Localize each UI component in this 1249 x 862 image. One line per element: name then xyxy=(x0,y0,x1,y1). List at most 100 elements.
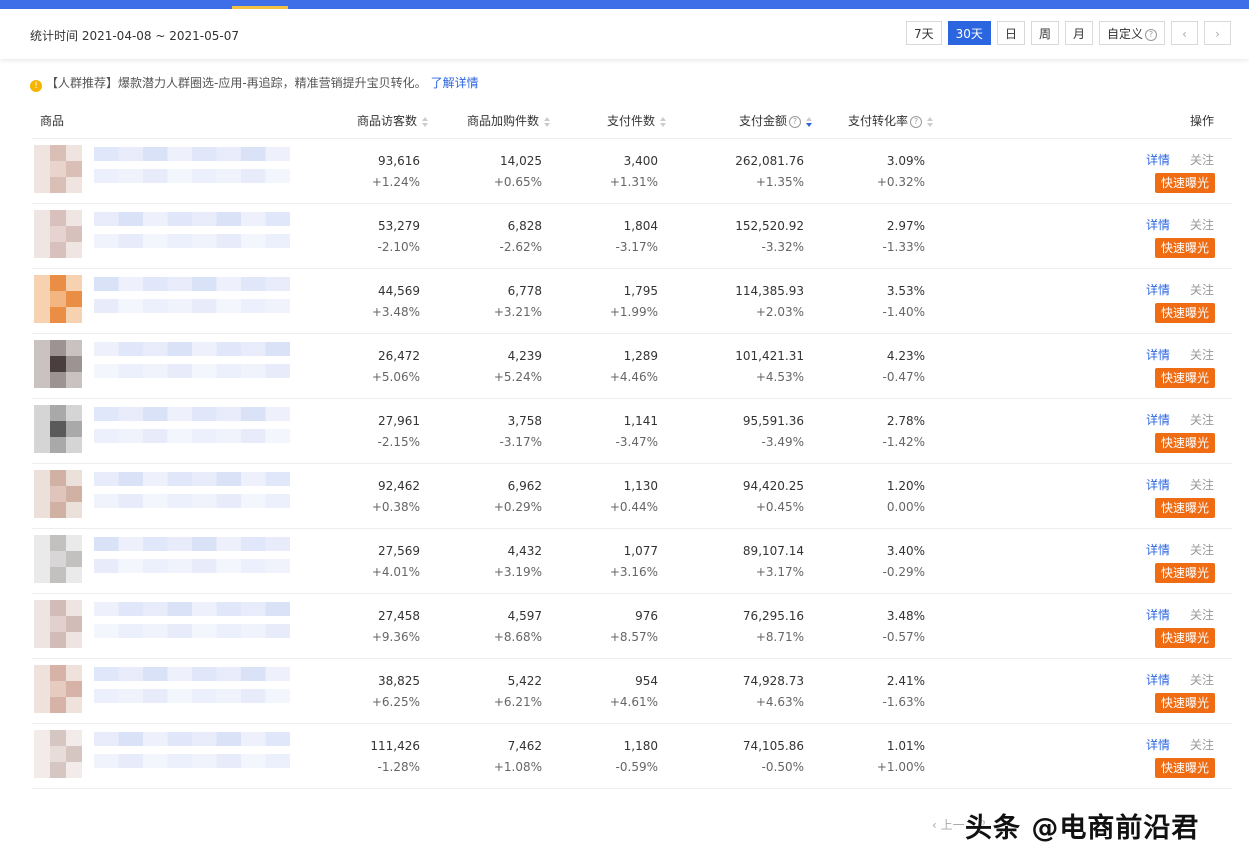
detail-link[interactable]: 详情 xyxy=(1146,606,1170,623)
col-conversion[interactable]: 支付转化率? xyxy=(848,112,934,129)
product-thumbnail[interactable] xyxy=(34,275,82,323)
cell-value: 7,462 xyxy=(507,739,542,753)
thumbnail-pixel xyxy=(34,291,50,307)
product-title-blurred[interactable] xyxy=(94,732,290,746)
quick-expose-button[interactable]: 快速曝光 xyxy=(1155,368,1215,388)
table-row: 92,462 +0.38% 6,962 +0.29% 1,130 +0.44% 94,420… xyxy=(32,464,1232,529)
follow-link[interactable]: 关注 xyxy=(1190,606,1214,623)
product-thumbnail[interactable] xyxy=(34,665,82,713)
product-title-blurred[interactable] xyxy=(94,667,290,681)
follow-link[interactable]: 关注 xyxy=(1190,151,1214,168)
col-paid-amount[interactable]: 支付金额? xyxy=(739,112,813,129)
follow-link[interactable]: 关注 xyxy=(1190,671,1214,688)
product-thumbnail[interactable] xyxy=(34,405,82,453)
range-month-button[interactable]: 月 xyxy=(1064,21,1093,45)
product-thumbnail[interactable] xyxy=(34,470,82,518)
cell-change: +0.29% xyxy=(493,500,542,514)
product-thumbnail[interactable] xyxy=(34,730,82,778)
product-thumbnail[interactable] xyxy=(34,535,82,583)
follow-link[interactable]: 关注 xyxy=(1190,216,1214,233)
product-title-blurred[interactable] xyxy=(94,212,290,226)
cell-conv: 1.20% 0.00% xyxy=(805,464,925,528)
follow-link[interactable]: 关注 xyxy=(1190,736,1214,753)
product-title-blurred[interactable] xyxy=(94,277,290,291)
cell-value: 3.53% xyxy=(886,284,925,298)
cell-change: +4.61% xyxy=(609,695,658,709)
detail-link[interactable]: 详情 xyxy=(1146,541,1170,558)
cell-change: +6.25% xyxy=(371,695,420,709)
detail-link[interactable]: 详情 xyxy=(1146,346,1170,363)
product-title-blurred[interactable] xyxy=(94,147,290,161)
quick-expose-button[interactable]: 快速曝光 xyxy=(1155,563,1215,583)
quick-expose-button[interactable]: 快速曝光 xyxy=(1155,628,1215,648)
follow-link[interactable]: 关注 xyxy=(1190,281,1214,298)
thumbnail-pixel xyxy=(50,600,66,616)
cell-value: 1,077 xyxy=(623,544,658,558)
cell-change: +4.46% xyxy=(609,370,658,384)
help-icon: ? xyxy=(910,115,923,128)
product-title-blurred[interactable] xyxy=(94,407,290,421)
cell-value: 74,928.73 xyxy=(742,674,804,688)
quick-expose-button[interactable]: 快速曝光 xyxy=(1155,173,1215,193)
thumbnail-pixel xyxy=(50,632,66,648)
thumbnail-pixel xyxy=(50,746,66,762)
detail-link[interactable]: 详情 xyxy=(1146,736,1170,753)
product-title-blurred[interactable] xyxy=(94,472,290,486)
product-thumbnail[interactable] xyxy=(34,340,82,388)
follow-link[interactable]: 关注 xyxy=(1190,541,1214,558)
thumbnail-pixel xyxy=(34,275,50,291)
range-custom-button[interactable]: 自定义? xyxy=(1098,21,1165,45)
product-thumbnail[interactable] xyxy=(34,600,82,648)
cell-change: +8.68% xyxy=(493,630,542,644)
thumbnail-pixel xyxy=(50,161,66,177)
detail-link[interactable]: 详情 xyxy=(1146,151,1170,168)
product-thumbnail[interactable] xyxy=(34,210,82,258)
cell-value: 53,279 xyxy=(378,219,420,233)
range-week-button[interactable]: 周 xyxy=(1030,21,1059,45)
cell-change: +2.03% xyxy=(755,305,804,319)
quick-expose-button[interactable]: 快速曝光 xyxy=(1155,303,1215,323)
table-row: 27,961 -2.15% 3,758 -3.17% 1,141 -3.47% 95,591… xyxy=(32,399,1232,464)
cell-change: -0.50% xyxy=(761,760,804,774)
thumbnail-pixel xyxy=(34,681,50,697)
prev-page-button[interactable]: ‹ 上一 xyxy=(932,818,965,832)
follow-link[interactable]: 关注 xyxy=(1190,476,1214,493)
product-thumbnail[interactable] xyxy=(34,145,82,193)
thumbnail-pixel xyxy=(50,210,66,226)
product-title-blurred[interactable] xyxy=(94,602,290,616)
cell-change: +0.38% xyxy=(371,500,420,514)
cell-value: 1,289 xyxy=(623,349,658,363)
product-title-blurred[interactable] xyxy=(94,342,290,356)
col-visitors[interactable]: 商品访客数 xyxy=(357,112,429,129)
product-title-blurred[interactable] xyxy=(94,537,290,551)
cell-change: +0.32% xyxy=(876,175,925,189)
col-cart[interactable]: 商品加购件数 xyxy=(467,112,551,129)
quick-expose-button[interactable]: 快速曝光 xyxy=(1155,433,1215,453)
sort-icon xyxy=(927,117,934,127)
table-row: 38,825 +6.25% 5,422 +6.21% 954 +4.61% 74,928.7… xyxy=(32,659,1232,724)
learn-more-link[interactable]: 了解详情 xyxy=(431,76,479,90)
col-paid-items[interactable]: 支付件数 xyxy=(607,112,667,129)
thumbnail-pixel xyxy=(66,697,82,713)
quick-expose-button[interactable]: 快速曝光 xyxy=(1155,238,1215,258)
follow-link[interactable]: 关注 xyxy=(1190,411,1214,428)
detail-link[interactable]: 详情 xyxy=(1146,411,1170,428)
chevron-right-icon: › xyxy=(1215,27,1220,41)
detail-link[interactable]: 详情 xyxy=(1146,281,1170,298)
range-7d-button[interactable]: 7天 xyxy=(906,21,942,45)
quick-expose-button[interactable]: 快速曝光 xyxy=(1155,693,1215,713)
range-30d-button[interactable]: 30天 xyxy=(947,21,991,45)
range-day-button[interactable]: 日 xyxy=(996,21,1025,45)
quick-expose-button[interactable]: 快速曝光 xyxy=(1155,758,1215,778)
cell-items: 976 +8.57% xyxy=(538,594,658,658)
detail-link[interactable]: 详情 xyxy=(1146,216,1170,233)
prev-period-button[interactable]: ‹ xyxy=(1171,21,1198,45)
cell-amount: 74,105.86 -0.50% xyxy=(684,724,804,788)
follow-link[interactable]: 关注 xyxy=(1190,346,1214,363)
thumbnail-pixel xyxy=(66,486,82,502)
quick-expose-button[interactable]: 快速曝光 xyxy=(1155,498,1215,518)
detail-link[interactable]: 详情 xyxy=(1146,671,1170,688)
cell-items: 1,077 +3.16% xyxy=(538,529,658,593)
next-period-button[interactable]: › xyxy=(1204,21,1231,45)
detail-link[interactable]: 详情 xyxy=(1146,476,1170,493)
